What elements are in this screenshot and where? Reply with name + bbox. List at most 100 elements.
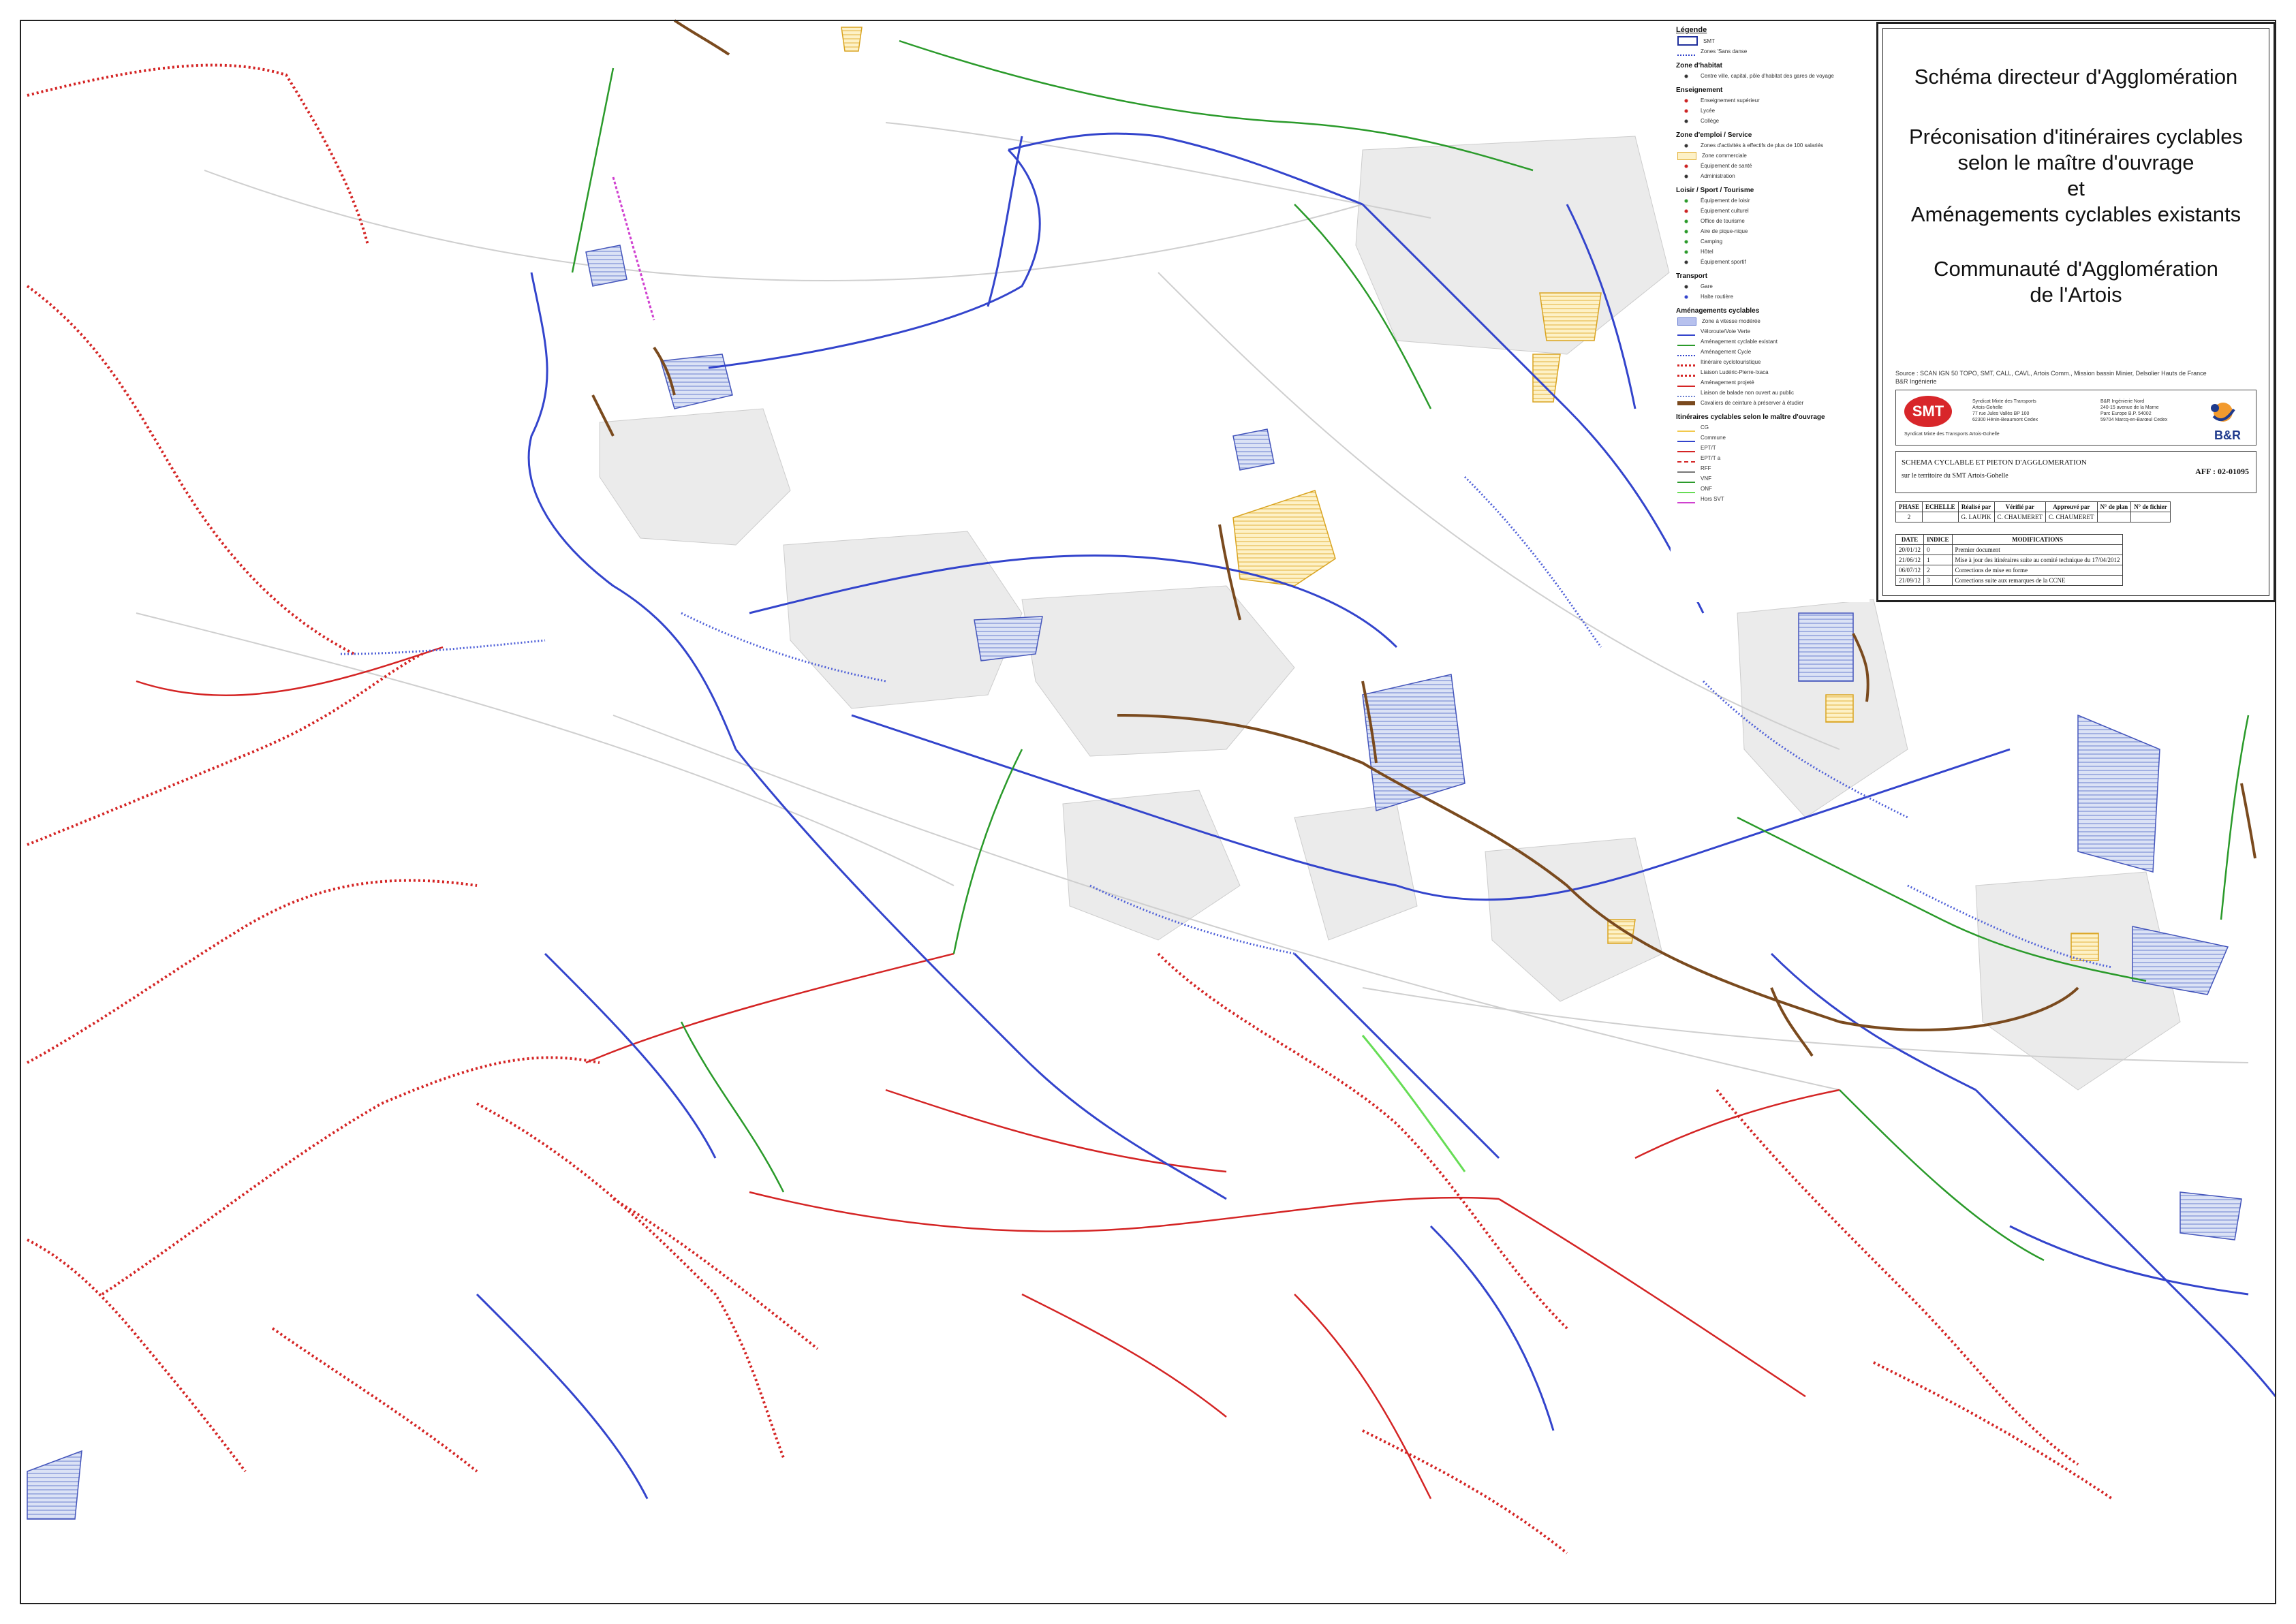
legend-item-label: EPT/T a: [1701, 455, 1721, 461]
legend-item: Zones d'activités à effectifs de plus de…: [1677, 141, 1870, 150]
cycle-existing-icon: [1677, 338, 1695, 346]
legend-item-label: Aménagement projeté: [1701, 379, 1754, 386]
revision-row: 21/09/12 3 Corrections suite aux remarques…: [1895, 575, 2124, 586]
legend-item-label: Office de tourisme: [1701, 218, 1745, 224]
meta-table: PHASE ECHELLE Réalisé par Vérifié par Approu…: [1895, 501, 2171, 522]
revision-cell: 2: [1923, 565, 1953, 576]
revision-cell: 06/07/12: [1895, 565, 1925, 576]
zone-dotted-icon: [1677, 48, 1695, 56]
revision-cell: 0: [1923, 544, 1953, 555]
legend-item-label: Zone commerciale: [1702, 153, 1747, 159]
cycle-dotted-blue-icon: [1677, 389, 1695, 397]
legend-item-label: Itinéraire cyclotouristique: [1701, 359, 1761, 365]
scot-boundary-icon: [1677, 36, 1698, 46]
meta-value-row: 2 G. LAUPIK C. CHAUMERET C. CHAUMERET: [1895, 512, 2171, 522]
legend-item: Équipement de santé: [1677, 161, 1870, 170]
meta-value-cell: [1922, 512, 1959, 522]
legend-item: RFF: [1677, 464, 1870, 473]
address-line: 240-15 avenue de la Marne: [2100, 405, 2159, 410]
revision-header-cell: INDICE: [1923, 534, 1953, 545]
meta-header-cell: ECHELLE: [1922, 501, 1959, 512]
meta-header-cell: Approuvé par: [2045, 501, 2098, 512]
legend-item: Gare: [1677, 282, 1870, 291]
legend-section-heading: Zone d'emploi / Service: [1676, 131, 1752, 139]
br-logo-text: B&R: [2214, 428, 2241, 442]
legend-title: Légende: [1676, 26, 1707, 34]
revision-rows: 20/01/12 0 Premier document 21/06/12 1 Mise à…: [1895, 544, 2124, 586]
meta-header-cell: PHASE: [1895, 501, 1923, 512]
legend-item-label: Zones d'activités à effectifs de plus de…: [1701, 142, 1824, 149]
project-subtitle: sur le territoire du SMT Artois-Gohelle: [1902, 472, 2008, 480]
smt-caption: Syndicat Mixte des Transports Artois-Goh…: [1904, 432, 2000, 437]
logo-strip: SMT Syndicat Mixte des Transports Artois…: [1895, 390, 2256, 446]
legend-item: EPT/T: [1677, 443, 1870, 452]
bus-dot-icon: [1677, 293, 1695, 300]
legend-item-label: Halte routière: [1701, 294, 1734, 300]
legend-item-label: Équipement sportif: [1701, 259, 1746, 265]
revision-row: 06/07/12 2 Corrections de mise en forme: [1895, 565, 2124, 576]
town-centre-dot-icon: [1677, 72, 1695, 80]
legend-item: Collège: [1677, 116, 1870, 125]
legend-item: Aménagement Cycle: [1677, 347, 1870, 356]
legend-section-heading: Enseignement: [1676, 87, 1723, 94]
legend-groups: SMT Zones 'Sans danse Zone d'habitat Centre…: [1671, 36, 1870, 503]
affaire-number: AFF : 02-01095: [2195, 467, 2249, 476]
legend-item-label: Administration: [1701, 173, 1735, 179]
legend-section-heading: Itinéraires cyclables selon le maître d'…: [1676, 413, 1825, 421]
legend-section-heading: Aménagements cyclables: [1676, 307, 1760, 315]
br-address: B&R Ingénierie Nord 240-15 avenue de la M…: [2100, 399, 2167, 423]
title-block: Schéma directeur d'Agglomération Préconi…: [1876, 22, 2276, 602]
meta-header-cell: Vérifié par: [1994, 501, 2047, 512]
address-line: B&R Ingénierie Nord: [2100, 399, 2145, 404]
legend-item: Liaison de balade non ouvert au public: [1677, 388, 1870, 397]
revision-table: DATE INDICE MODIFICATIONS 20/01/12 0 Premier…: [1895, 534, 2124, 586]
title-block-inner: Schéma directeur d'Agglomération Préconi…: [1882, 28, 2269, 596]
route-cg-icon: [1677, 424, 1695, 432]
legend-item: Zones 'Sans danse: [1677, 47, 1870, 56]
meta-value-cell: G. LAUPIK: [1957, 512, 1995, 522]
tourist-site-dot-icon: [1677, 228, 1695, 235]
legend-item-label: Équipement culturel: [1701, 208, 1749, 214]
revision-header-cell: MODIFICATIONS: [1951, 534, 2124, 545]
legend-item: Équipement sportif: [1677, 257, 1870, 266]
legend-item: Commune: [1677, 433, 1870, 442]
title-line-2c: et: [2067, 176, 2085, 200]
legend-item: Hôtel: [1677, 247, 1870, 256]
title-line-2b: selon le maître d'ouvrage: [1957, 151, 2194, 174]
legend-item: Halte routière: [1677, 292, 1870, 301]
employment-dot-icon: [1677, 142, 1695, 149]
meta-value-cell: [2096, 512, 2132, 522]
legend-item: Cavaliers de ceinture à préserver à étud…: [1677, 399, 1870, 407]
camping-dot-icon: [1677, 238, 1695, 245]
lycee-dot-icon: [1677, 107, 1695, 114]
title-line-3b: de l'Artois: [2030, 283, 2122, 307]
legend-section-heading: Zone d'habitat: [1676, 62, 1722, 69]
revision-row: 20/01/12 0 Premier document: [1895, 544, 2124, 555]
route-eptt-a-icon: [1677, 454, 1695, 463]
legend-item: Équipement de loisir: [1677, 196, 1870, 205]
title-line-3a: Communauté d'Agglomération: [1934, 257, 2218, 281]
tourism-dot-icon: [1677, 217, 1695, 225]
title-line-2d: Aménagements cyclables existants: [1910, 202, 2241, 226]
revision-cell: 20/01/12: [1895, 544, 1925, 555]
revision-cell: 3: [1923, 575, 1953, 586]
map-legend: Légende SMT Zones 'Sans danse Zone d'habit…: [1671, 22, 1870, 602]
revision-header-cell: DATE: [1895, 534, 1925, 545]
legend-item: Office de tourisme: [1677, 217, 1870, 225]
legend-item-label: Hôtel: [1701, 249, 1713, 255]
meta-header-cell: Réalisé par: [1957, 501, 1995, 512]
smt-logo: SMT: [1904, 396, 1952, 427]
route-rff-icon: [1677, 465, 1695, 473]
legend-item: Équipement culturel: [1677, 206, 1870, 215]
legend-item-label: CG: [1701, 424, 1709, 431]
revision-cell: Corrections suite aux remarques de la CC…: [1951, 575, 2124, 586]
route-other-icon: [1677, 495, 1695, 503]
legend-item: Aire de pique-nique: [1677, 227, 1870, 236]
meta-value-cell: C. CHAUMERET: [1994, 512, 2047, 522]
legend-item-label: Cavaliers de ceinture à préserver à étud…: [1701, 400, 1804, 406]
dotted-red-alt-icon: [1677, 368, 1695, 377]
legend-item: Liaison Ludéric-Pierre-Ixaca: [1677, 368, 1870, 377]
leisure-dot-icon: [1677, 197, 1695, 204]
legend-item-label: RFF: [1701, 465, 1711, 471]
legend-item: Véloroute/Voie Verte: [1677, 327, 1870, 336]
